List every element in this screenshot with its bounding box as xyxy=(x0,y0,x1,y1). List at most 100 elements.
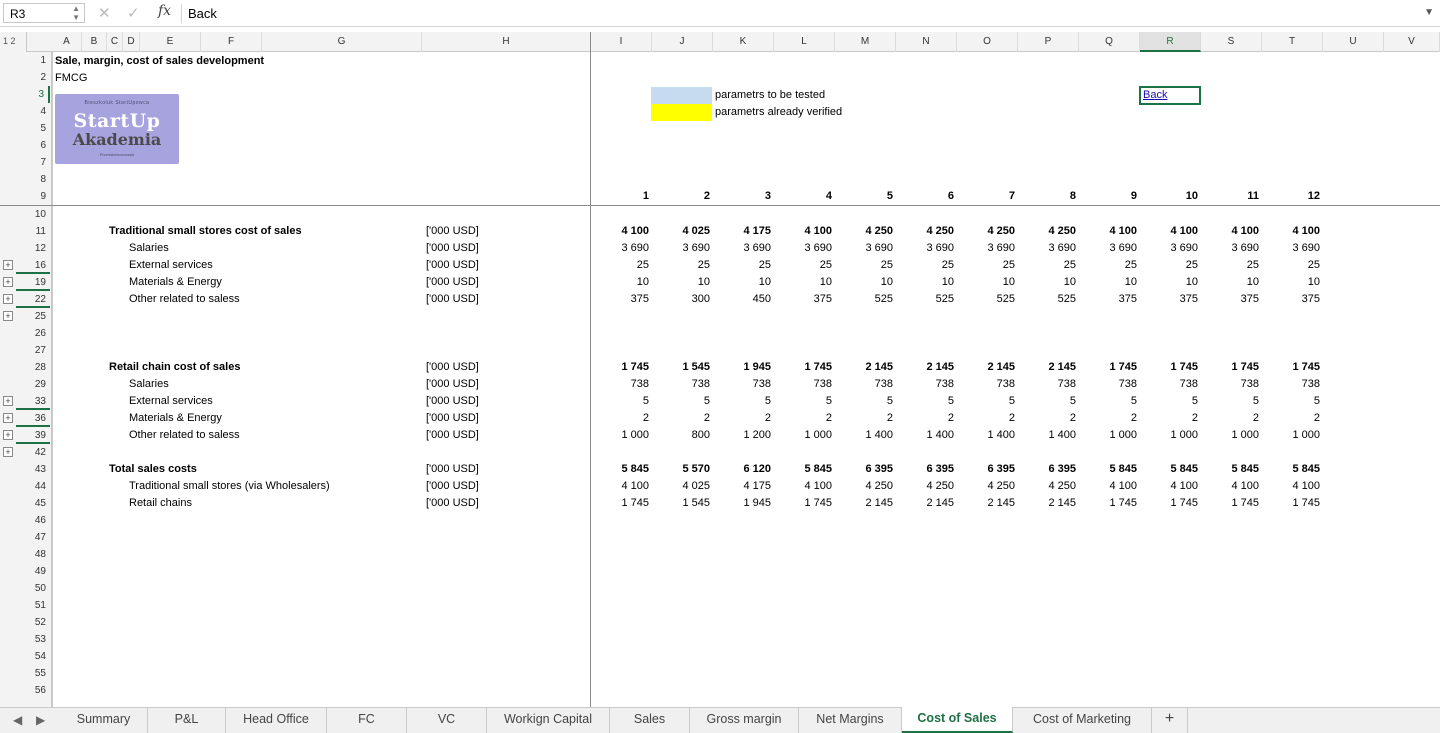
unit-label[interactable]: ['000 USD] xyxy=(426,291,479,308)
row-header-8[interactable]: 8 xyxy=(16,171,50,188)
column-header-v[interactable]: V xyxy=(1384,32,1440,52)
value-cell[interactable]: 738 xyxy=(1016,376,1076,393)
row-header-7[interactable]: 7 xyxy=(16,154,50,171)
value-cell[interactable]: 1 745 xyxy=(1077,359,1137,376)
value-cell[interactable]: 1 745 xyxy=(589,495,649,512)
value-cell[interactable]: 3 690 xyxy=(589,240,649,257)
column-header-r[interactable]: R xyxy=(1140,32,1201,52)
column-header-l[interactable]: L xyxy=(774,32,835,52)
value-cell[interactable]: 4 100 xyxy=(1138,223,1198,240)
value-cell[interactable]: 2 xyxy=(1138,410,1198,427)
row-header-48[interactable]: 48 xyxy=(16,546,50,563)
row-header-29[interactable]: 29 xyxy=(16,376,50,393)
value-cell[interactable]: 25 xyxy=(1260,257,1320,274)
section-total-label[interactable]: Total sales costs xyxy=(109,461,197,478)
row-header-56[interactable]: 56 xyxy=(16,682,50,699)
value-cell[interactable]: 738 xyxy=(894,376,954,393)
value-cell[interactable]: 3 690 xyxy=(1260,240,1320,257)
section-item-label[interactable]: Salaries xyxy=(129,376,169,393)
value-cell[interactable]: 375 xyxy=(1260,291,1320,308)
value-cell[interactable]: 2 xyxy=(589,410,649,427)
function-icon[interactable]: fx xyxy=(158,3,171,19)
unit-label[interactable]: ['000 USD] xyxy=(426,427,479,444)
value-cell[interactable]: 1 000 xyxy=(1077,427,1137,444)
section-item-label[interactable]: External services xyxy=(129,393,213,410)
value-cell[interactable]: 5 xyxy=(1260,393,1320,410)
value-cell[interactable]: 525 xyxy=(833,291,893,308)
value-cell[interactable]: 1 400 xyxy=(955,427,1015,444)
unit-label[interactable]: ['000 USD] xyxy=(426,393,479,410)
value-cell[interactable]: 5 xyxy=(650,393,710,410)
expand-group-icon[interactable]: + xyxy=(3,430,13,440)
unit-label[interactable]: ['000 USD] xyxy=(426,257,479,274)
section-item-label[interactable]: External services xyxy=(129,257,213,274)
value-cell[interactable]: 25 xyxy=(833,257,893,274)
column-header-u[interactable]: U xyxy=(1323,32,1384,52)
value-cell[interactable]: 738 xyxy=(1077,376,1137,393)
value-cell[interactable]: 4 100 xyxy=(1077,478,1137,495)
unit-label[interactable]: ['000 USD] xyxy=(426,410,479,427)
value-cell[interactable]: 4 100 xyxy=(1199,223,1259,240)
row-header-19[interactable]: 19 xyxy=(16,274,50,291)
row-header-33[interactable]: 33 xyxy=(16,393,50,410)
value-cell[interactable]: 1 000 xyxy=(1199,427,1259,444)
column-header-e[interactable]: E xyxy=(140,32,201,52)
column-header-a[interactable]: A xyxy=(52,32,82,52)
value-cell[interactable]: 5 xyxy=(1016,393,1076,410)
row-header-44[interactable]: 44 xyxy=(16,478,50,495)
value-cell[interactable]: 375 xyxy=(772,291,832,308)
row-header-36[interactable]: 36 xyxy=(16,410,50,427)
value-cell[interactable]: 738 xyxy=(1260,376,1320,393)
section-item-label[interactable]: Other related to saless xyxy=(129,427,240,444)
back-link-cell[interactable]: Back xyxy=(1139,86,1201,105)
column-header-d[interactable]: D xyxy=(123,32,140,52)
row-header-54[interactable]: 54 xyxy=(16,648,50,665)
row-header-51[interactable]: 51 xyxy=(16,597,50,614)
value-cell[interactable]: 525 xyxy=(955,291,1015,308)
value-cell[interactable]: 25 xyxy=(1138,257,1198,274)
sheet-tab-summary[interactable]: Summary xyxy=(60,708,148,733)
value-cell[interactable]: 738 xyxy=(772,376,832,393)
value-cell[interactable]: 375 xyxy=(1138,291,1198,308)
value-cell[interactable]: 525 xyxy=(1016,291,1076,308)
value-cell[interactable]: 738 xyxy=(1138,376,1198,393)
row-header-11[interactable]: 11 xyxy=(16,223,50,240)
column-header-k[interactable]: K xyxy=(713,32,774,52)
value-cell[interactable]: 1 745 xyxy=(1138,495,1198,512)
value-cell[interactable]: 4 100 xyxy=(772,223,832,240)
value-cell[interactable]: 1 745 xyxy=(1138,359,1198,376)
chevron-down-icon[interactable]: ▼ xyxy=(1424,7,1434,18)
value-cell[interactable]: 4 175 xyxy=(711,478,771,495)
value-cell[interactable]: 6 395 xyxy=(1016,461,1076,478)
sheet-subtitle[interactable]: FMCG xyxy=(55,70,87,87)
value-cell[interactable]: 3 690 xyxy=(1016,240,1076,257)
value-cell[interactable]: 2 xyxy=(711,410,771,427)
value-cell[interactable]: 10 xyxy=(650,274,710,291)
expand-group-icon[interactable]: + xyxy=(3,294,13,304)
row-header-47[interactable]: 47 xyxy=(16,529,50,546)
section-item-label[interactable]: Materials & Energy xyxy=(129,274,222,291)
value-cell[interactable]: 375 xyxy=(589,291,649,308)
unit-label[interactable]: ['000 USD] xyxy=(426,495,479,512)
row-header-49[interactable]: 49 xyxy=(16,563,50,580)
value-cell[interactable]: 450 xyxy=(711,291,771,308)
row-header-42[interactable]: 42 xyxy=(16,444,50,461)
value-cell[interactable]: 10 xyxy=(1260,274,1320,291)
sheet-title[interactable]: Sale, margin, cost of sales development xyxy=(55,53,264,70)
value-cell[interactable]: 3 690 xyxy=(650,240,710,257)
value-cell[interactable]: 6 395 xyxy=(955,461,1015,478)
value-cell[interactable]: 10 xyxy=(955,274,1015,291)
sheet-tab-head-office[interactable]: Head Office xyxy=(226,708,327,733)
value-cell[interactable]: 1 745 xyxy=(772,495,832,512)
value-cell[interactable]: 738 xyxy=(650,376,710,393)
value-cell[interactable]: 375 xyxy=(1077,291,1137,308)
unit-label[interactable]: ['000 USD] xyxy=(426,359,479,376)
expand-group-icon[interactable]: + xyxy=(3,277,13,287)
sheet-tab-p-l[interactable]: P&L xyxy=(148,708,226,733)
column-header-f[interactable]: F xyxy=(201,32,262,52)
value-cell[interactable]: 4 250 xyxy=(955,478,1015,495)
expand-group-icon[interactable]: + xyxy=(3,260,13,270)
row-header-52[interactable]: 52 xyxy=(16,614,50,631)
row-header-6[interactable]: 6 xyxy=(16,137,50,154)
column-header-n[interactable]: N xyxy=(896,32,957,52)
